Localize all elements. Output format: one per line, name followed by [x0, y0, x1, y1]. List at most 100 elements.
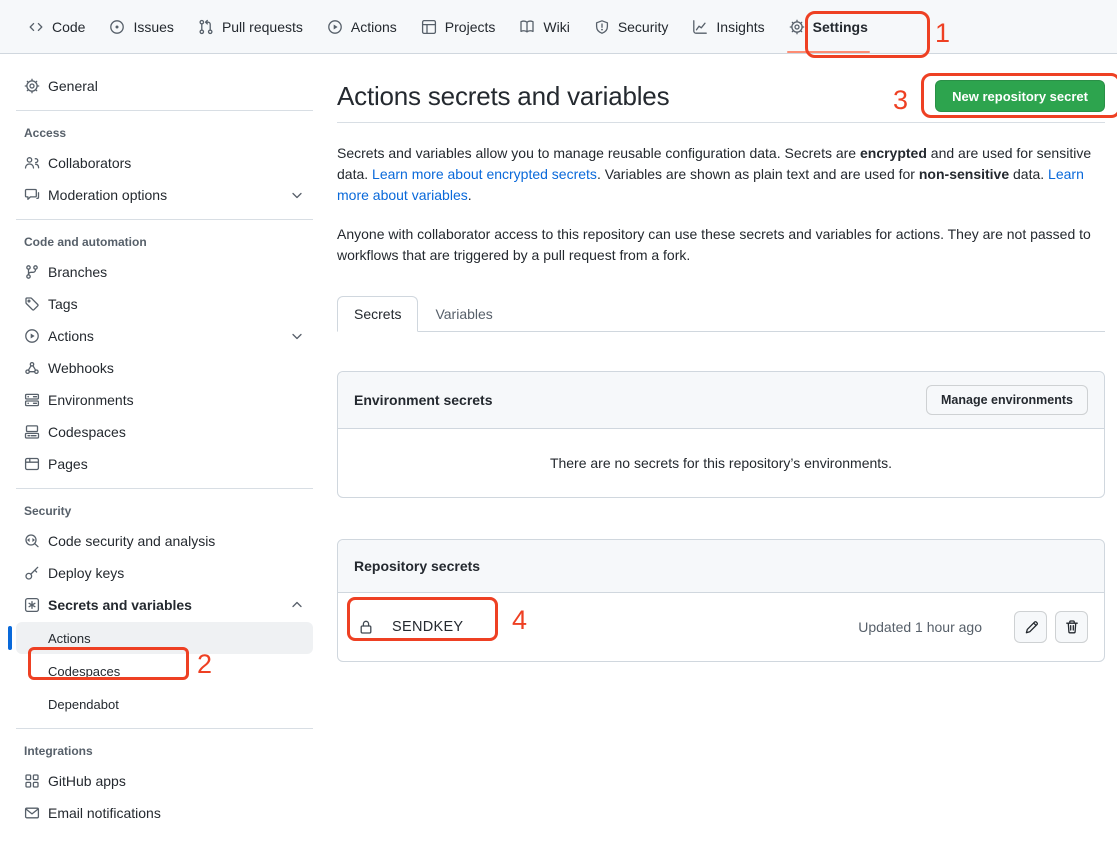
sidebar-subitem-actions[interactable]: Actions — [16, 622, 313, 654]
sidebar-item-branches[interactable]: Branches — [16, 256, 313, 288]
description-text: . — [468, 187, 472, 203]
tab-security[interactable]: Security — [582, 0, 681, 53]
server-icon — [24, 392, 40, 408]
sidebar-divider — [16, 219, 313, 220]
graph-icon — [692, 19, 708, 35]
tab-pull-requests[interactable]: Pull requests — [186, 0, 315, 53]
tag-icon — [24, 296, 40, 312]
tab-settings[interactable]: Settings — [777, 0, 880, 53]
sidebar-section-code-and-automation: Code and automation — [16, 228, 313, 256]
tab-security-label: Security — [618, 20, 669, 34]
tab-actions[interactable]: Actions — [315, 0, 409, 53]
sidebar-item-general[interactable]: General — [16, 70, 313, 102]
people-icon — [24, 155, 40, 171]
manage-environments-button[interactable]: Manage environments — [926, 385, 1088, 415]
webhook-icon — [24, 360, 40, 376]
sidebar-item-environments[interactable]: Environments — [16, 384, 313, 416]
git-pull-request-icon — [198, 19, 214, 35]
sidebar-item-secrets-and-variables[interactable]: Secrets and variables — [16, 589, 313, 621]
repository-secrets-header: Repository secrets — [338, 540, 1104, 593]
secret-row: SENDKEY Updated 1 hour ago — [338, 593, 1104, 661]
tab-settings-label: Settings — [813, 20, 868, 34]
page-title: Actions secrets and variables — [337, 81, 669, 112]
tab-code-label: Code — [52, 20, 85, 34]
new-repository-secret-button[interactable]: New repository secret — [935, 80, 1105, 112]
secret-name: SENDKEY — [392, 619, 463, 635]
sidebar-item-github-apps[interactable]: GitHub apps — [16, 765, 313, 797]
chevron-up-icon — [289, 597, 305, 613]
tab-issues[interactable]: Issues — [97, 0, 185, 53]
main-content: Actions secrets and variables New reposi… — [337, 54, 1105, 662]
table-icon — [421, 19, 437, 35]
tab-code[interactable]: Code — [16, 0, 97, 53]
codescan-icon — [24, 533, 40, 549]
tab-secrets[interactable]: Secrets — [337, 296, 418, 332]
tab-projects[interactable]: Projects — [409, 0, 508, 53]
sidebar-item-deploy-keys[interactable]: Deploy keys — [16, 557, 313, 589]
play-icon — [24, 328, 40, 344]
tab-insights-label: Insights — [716, 20, 764, 34]
sidebar-item-moderation-options[interactable]: Moderation options — [16, 179, 313, 211]
sidebar-item-code-security[interactable]: Code security and analysis — [16, 525, 313, 557]
sidebar-divider — [16, 488, 313, 489]
trash-icon — [1064, 619, 1080, 635]
tab-issues-label: Issues — [133, 20, 173, 34]
non-sensitive-bold-text: non-sensitive — [919, 166, 1009, 182]
encrypted-secrets-link[interactable]: Learn more about encrypted secrets — [372, 166, 597, 182]
description-text: Secrets and variables allow you to manag… — [337, 145, 860, 161]
page-header: Actions secrets and variables New reposi… — [337, 80, 1105, 123]
encrypted-bold-text: encrypted — [860, 145, 927, 161]
comment-discussion-icon — [24, 187, 40, 203]
sidebar-item-email-notifications[interactable]: Email notifications — [16, 797, 313, 829]
tab-insights[interactable]: Insights — [680, 0, 776, 53]
git-branch-icon — [24, 264, 40, 280]
sidebar-item-tags[interactable]: Tags — [16, 288, 313, 320]
code-icon — [28, 19, 44, 35]
sidebar-divider — [16, 728, 313, 729]
tab-actions-label: Actions — [351, 20, 397, 34]
chevron-down-icon — [289, 328, 305, 344]
repo-nav: Code Issues Pull requests Actions Projec… — [0, 0, 1117, 54]
description-paragraph-1: Secrets and variables allow you to manag… — [337, 143, 1093, 206]
secret-name-group: SENDKEY — [354, 619, 463, 635]
settings-sidebar: General Access Collaborators Moderation … — [0, 54, 321, 829]
repository-secrets-title: Repository secrets — [354, 558, 480, 574]
sidebar-divider — [16, 110, 313, 111]
sidebar-item-collaborators[interactable]: Collaborators — [16, 147, 313, 179]
sidebar-item-webhooks[interactable]: Webhooks — [16, 352, 313, 384]
sidebar-item-pages[interactable]: Pages — [16, 448, 313, 480]
sidebar-subitem-dependabot[interactable]: Dependabot — [16, 688, 313, 720]
asterisk-box-icon — [24, 597, 40, 613]
secret-updated-text: Updated 1 hour ago — [858, 619, 982, 635]
sidebar-section-security: Security — [16, 497, 313, 525]
secret-row-actions: Updated 1 hour ago — [858, 611, 1088, 643]
sidebar-item-actions[interactable]: Actions — [16, 320, 313, 352]
delete-secret-button[interactable] — [1055, 611, 1088, 643]
sidebar-item-codespaces[interactable]: Codespaces — [16, 416, 313, 448]
sidebar-section-integrations: Integrations — [16, 737, 313, 765]
sidebar-section-access: Access — [16, 119, 313, 147]
description-paragraph-2: Anyone with collaborator access to this … — [337, 224, 1093, 266]
description-text: data. — [1009, 166, 1048, 182]
tab-projects-label: Projects — [445, 20, 496, 34]
tab-wiki[interactable]: Wiki — [507, 0, 581, 53]
tab-wiki-label: Wiki — [543, 20, 569, 34]
apps-icon — [24, 773, 40, 789]
tab-pull-requests-label: Pull requests — [222, 20, 303, 34]
book-icon — [519, 19, 535, 35]
environment-secrets-empty-text: There are no secrets for this repository… — [338, 429, 1104, 497]
sidebar-subitem-codespaces[interactable]: Codespaces — [16, 655, 313, 687]
environment-secrets-title: Environment secrets — [354, 392, 493, 408]
key-icon — [24, 565, 40, 581]
pencil-icon — [1023, 619, 1039, 635]
chevron-down-icon — [289, 187, 305, 203]
play-icon — [327, 19, 343, 35]
edit-secret-button[interactable] — [1014, 611, 1047, 643]
codespaces-icon — [24, 424, 40, 440]
issue-opened-icon — [109, 19, 125, 35]
gear-icon — [789, 19, 805, 35]
tab-variables[interactable]: Variables — [418, 296, 509, 332]
shield-icon — [594, 19, 610, 35]
lock-icon — [358, 619, 374, 635]
mail-icon — [24, 805, 40, 821]
